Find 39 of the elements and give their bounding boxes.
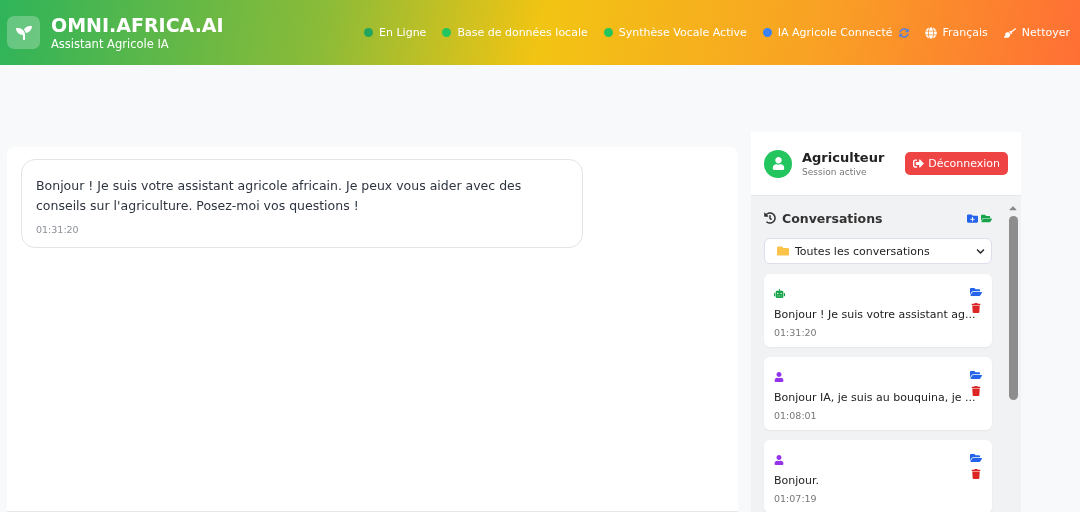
conversation-card[interactable]: Bonjour ! Je suis votre assistant ag... 01:31:20 <box>764 274 992 347</box>
conversation-time: 01:31:20 <box>774 327 818 338</box>
folder-icon[interactable] <box>970 286 982 298</box>
globe-icon <box>924 26 937 39</box>
logout-icon <box>913 158 925 169</box>
folder-icon[interactable] <box>981 212 992 224</box>
status-label: Base de données locale <box>457 26 588 39</box>
conversation-time: 01:08:01 <box>774 410 818 421</box>
new-folder-icon[interactable] <box>967 212 978 224</box>
broom-icon <box>1003 26 1016 39</box>
conversations-title: Conversations <box>782 210 883 226</box>
history-icon <box>764 212 776 224</box>
message-time: 01:31:20 <box>36 224 80 235</box>
app-subtitle: Assistant Agricole IA <box>51 35 170 52</box>
folder-icon[interactable] <box>970 369 982 381</box>
session-status: Session active <box>802 167 868 177</box>
conversation-time: 01:07:19 <box>774 493 818 504</box>
folder-icon <box>777 245 789 257</box>
trash-icon[interactable] <box>971 303 981 313</box>
trash-icon[interactable] <box>971 469 981 479</box>
conversation-preview: Bonjour IA, je suis au bouquina, je ... <box>774 391 977 404</box>
folder-icon[interactable] <box>970 452 982 464</box>
conversation-card[interactable]: Bonjour IA, je suis au bouquina, je ... 01:08:01 <box>764 357 992 430</box>
conversation-preview: Bonjour. <box>774 474 820 487</box>
sprout-icon <box>15 24 32 41</box>
message-text: Bonjour ! Je suis votre assistant agricole africain. Je peux vous aider avec des conseils sur l'agriculture. Posez-moi vos questions ! <box>36 177 523 215</box>
avatar <box>764 149 792 178</box>
chevron-down-icon <box>976 246 985 256</box>
logout-button[interactable]: Déconnexion <box>905 152 1008 175</box>
scrollbar-thumb[interactable] <box>1008 216 1018 400</box>
folder-select[interactable]: Toutes les conversations <box>764 238 992 264</box>
app-title: OMNI.AFRICA.AI <box>51 13 224 36</box>
status-label: En Ligne <box>379 26 427 39</box>
conversation-preview: Bonjour ! Je suis votre assistant ag... <box>774 308 977 321</box>
status-label: Synthèse Vocale Active <box>618 26 747 39</box>
status-label: IA Agricole Connecté <box>777 26 893 39</box>
user-name: Agriculteur <box>802 150 885 165</box>
conversation-card[interactable]: Bonjour. 01:07:19 <box>764 440 992 512</box>
trash-icon[interactable] <box>971 386 981 396</box>
